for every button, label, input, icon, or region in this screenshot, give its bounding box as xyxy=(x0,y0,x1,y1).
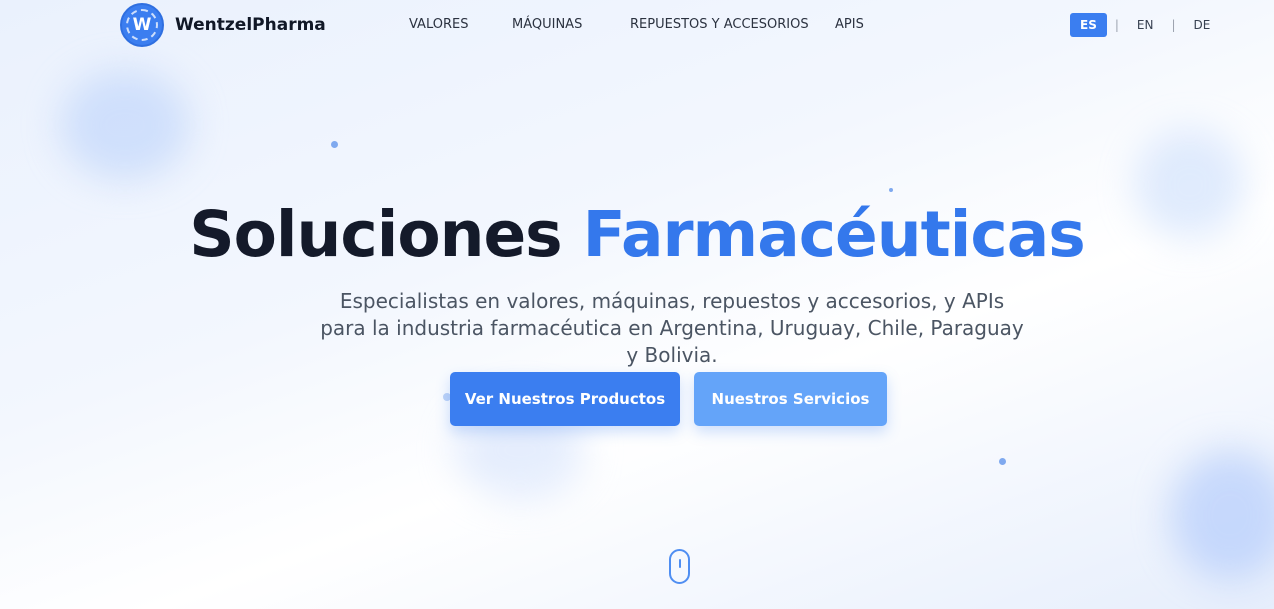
nav-link-maquinas[interactable]: MÁQUINAS xyxy=(512,17,582,32)
hero-title-accent: Farmacéuticas xyxy=(582,198,1086,271)
background-blob xyxy=(1170,450,1274,580)
language-switcher: ES | EN | DE xyxy=(1070,13,1220,37)
decorative-dot xyxy=(331,141,338,148)
divider: | xyxy=(1114,18,1119,32)
hero-title-plain: Soluciones xyxy=(189,198,562,271)
view-products-button[interactable]: Ver Nuestros Productos xyxy=(450,372,680,426)
nav-link-valores[interactable]: VALORES xyxy=(409,17,468,32)
nav-link-apis[interactable]: APIS xyxy=(835,17,864,32)
divider: | xyxy=(1171,18,1176,32)
our-services-button[interactable]: Nuestros Servicios xyxy=(694,372,887,426)
lang-en-button[interactable]: EN xyxy=(1127,13,1164,37)
decorative-dot xyxy=(999,458,1006,465)
scroll-wheel-icon xyxy=(679,559,681,568)
scroll-mouse-icon[interactable] xyxy=(669,549,690,584)
lang-es-button[interactable]: ES xyxy=(1070,13,1107,37)
site-header: W WentzelPharma VALORES MÁQUINAS REPUEST… xyxy=(0,0,1274,52)
hero-subtitle: Especialistas en valores, máquinas, repu… xyxy=(320,289,1024,367)
decorative-dot xyxy=(889,188,893,192)
background-blob xyxy=(60,70,190,180)
lang-de-button[interactable]: DE xyxy=(1184,13,1221,37)
nav-link-repuestos[interactable]: REPUESTOS Y ACCESORIOS xyxy=(630,17,809,32)
hero-title: Soluciones Farmacéuticas xyxy=(0,198,1274,271)
